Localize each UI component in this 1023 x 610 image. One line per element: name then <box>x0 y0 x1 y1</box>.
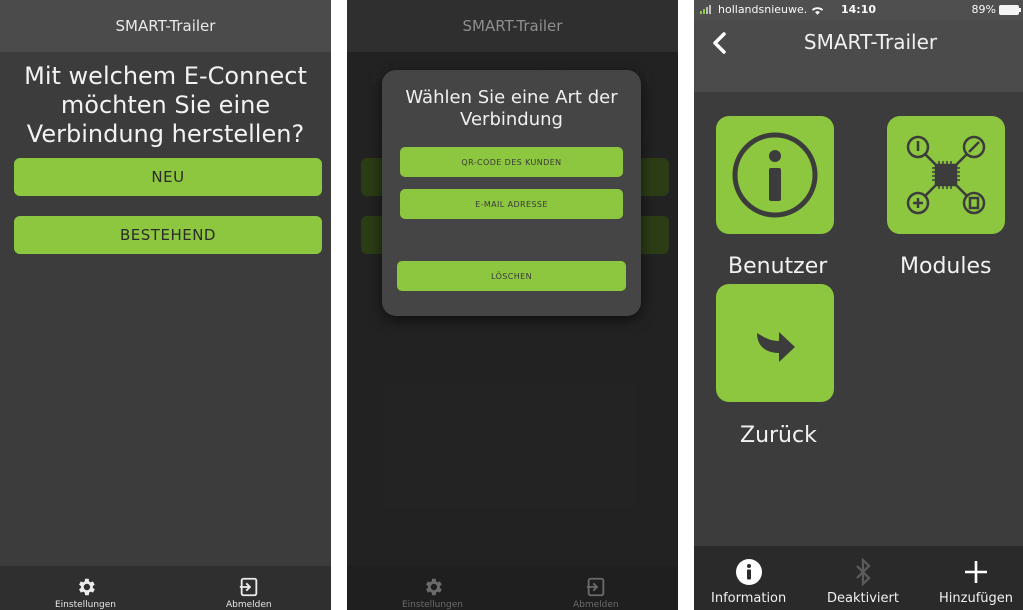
tab-logout-label: Abmelden <box>226 600 272 610</box>
back-tile-label: Zurück <box>740 423 817 448</box>
tab-settings[interactable]: Einstellungen <box>55 576 116 610</box>
bluetooth-icon <box>856 557 871 587</box>
screen-connection-select: SMART-Trailer Mit welchem E-Connect möch… <box>0 0 331 610</box>
tab-logout[interactable]: Abmelden <box>226 576 272 610</box>
screen-main-menu: hollandsnieuwe. 14:10 89% SMART-Trailer … <box>694 0 1023 610</box>
tab-bluetooth-label: Deaktiviert <box>827 591 899 606</box>
info-icon <box>735 559 762 585</box>
plus-icon <box>965 561 987 583</box>
logout-icon <box>239 577 258 597</box>
gear-icon <box>425 578 442 596</box>
new-button[interactable]: NEU <box>14 158 322 196</box>
tab-bluetooth[interactable]: Deaktiviert <box>827 557 899 606</box>
tab-information-label: Information <box>711 591 787 606</box>
app-title: SMART-Trailer <box>115 17 216 35</box>
email-address-button[interactable]: E-MAIL ADRESSE <box>400 189 623 219</box>
connection-question: Mit welchem E-Connect möchten Sie eine V… <box>24 62 307 148</box>
status-bar: hollandsnieuwe. 14:10 89% <box>694 0 1023 20</box>
logout-icon <box>586 577 605 597</box>
connection-type-dialog: Wählen Sie eine Art der Verbindung QR-CO… <box>382 70 641 316</box>
back-tile[interactable] <box>716 284 834 402</box>
tab-settings: Einstellungen <box>402 576 463 610</box>
title-bar: SMART-Trailer <box>0 0 331 52</box>
tab-logout-label: Abmelden <box>573 600 619 610</box>
delete-button[interactable]: LÖSCHEN <box>397 261 626 291</box>
dialog-title: Wählen Sie eine Art der Verbindung <box>405 87 618 130</box>
status-right: 89% <box>971 3 1021 16</box>
screen-connection-type-dialog: SMART-Trailer Mit welchem E-Connect möch… <box>347 0 678 610</box>
existing-button[interactable]: BESTEHEND <box>14 216 322 254</box>
tab-settings-label: Einstellungen <box>55 600 117 610</box>
user-tile[interactable] <box>716 116 834 234</box>
tab-settings-label: Einstellungen <box>402 600 464 610</box>
tab-information[interactable]: Information <box>711 557 786 606</box>
chip-icon <box>906 135 986 215</box>
bottom-bar: Einstellungen Abmelden <box>0 566 331 610</box>
gear-icon <box>78 578 95 596</box>
modules-tile-label: Modules <box>900 254 992 279</box>
app-title: SMART-Trailer <box>462 17 563 35</box>
user-tile-label: Benutzer <box>728 254 828 279</box>
title-bar: SMART-Trailer <box>347 0 678 52</box>
modules-tile[interactable] <box>887 116 1005 234</box>
arrow-icon <box>757 332 795 362</box>
bottom-bar: Information Deaktiviert Hinzufügen <box>694 546 1023 610</box>
tab-add-label: Hinzufügen <box>939 591 1013 606</box>
nav-bar: SMART-Trailer <box>694 20 1023 92</box>
tab-add[interactable]: Hinzufügen <box>939 557 1013 606</box>
info-icon <box>732 132 818 218</box>
battery-icon <box>999 4 1021 15</box>
qr-code-button[interactable]: QR-CODE DES KUNDEN <box>400 147 623 177</box>
tab-logout: Abmelden <box>573 576 619 610</box>
battery-percent: 89% <box>971 3 996 16</box>
page-title: SMART-Trailer <box>803 30 938 54</box>
bottom-bar: Einstellungen Abmelden <box>347 566 678 610</box>
